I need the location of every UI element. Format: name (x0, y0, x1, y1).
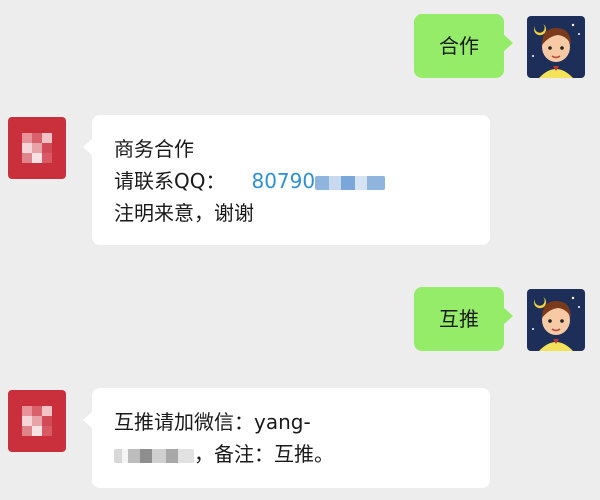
message-bubble-outgoing[interactable]: 合作 (414, 14, 504, 78)
remark-text: ，备注：互推。 (194, 442, 334, 466)
qq-label: 请联系QQ： (114, 169, 226, 193)
message-line: ，备注：互推。 (114, 438, 468, 470)
qq-number-visible: 80790 (251, 169, 316, 193)
contact-avatar-icon[interactable] (8, 117, 66, 179)
message-bubble-incoming[interactable]: 互推请加微信：yang- ，备注：互推。 (92, 388, 490, 488)
contact-avatar-icon[interactable] (8, 390, 66, 452)
message-text: 互推 (439, 307, 479, 331)
message-line: 注明来意，谢谢 (114, 201, 254, 225)
message-line: 互推请加微信：yang- (114, 410, 311, 434)
message-bubble-incoming[interactable]: 商务合作 请联系QQ： 80790 注明来意，谢谢 (92, 115, 490, 245)
user-avatar-icon[interactable] (527, 289, 585, 351)
bubble-tail (503, 307, 513, 325)
user-avatar-icon[interactable] (527, 16, 585, 78)
message-line: 请联系QQ： 80790 (114, 165, 468, 197)
message-text: 合作 (439, 34, 479, 58)
qq-number-link[interactable]: 80790 (251, 169, 386, 193)
message-line: 商务合作 (114, 137, 194, 161)
redacted-digits (315, 175, 386, 190)
chat-window: 合作 商务合作 请联系QQ： 80790 注明来意，谢谢 互推 互推请加微信：y… (0, 0, 600, 500)
bubble-tail (503, 34, 513, 52)
message-bubble-outgoing[interactable]: 互推 (414, 287, 504, 351)
redacted-wechat-id (114, 448, 194, 463)
